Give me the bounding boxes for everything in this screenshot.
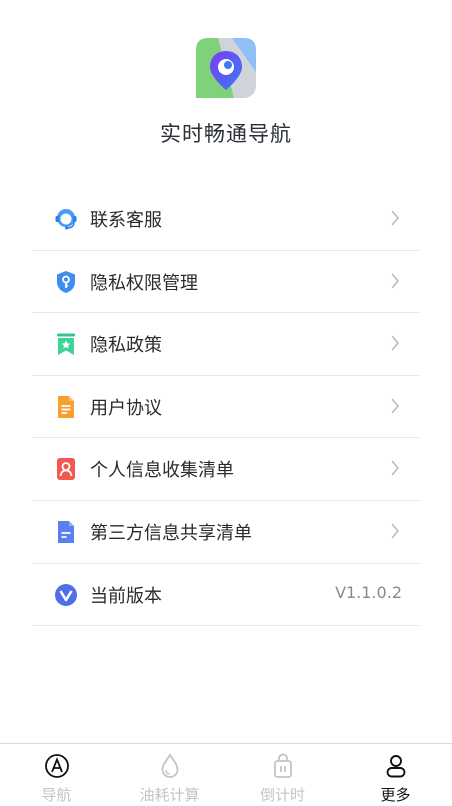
chevron-right-icon [391,210,399,226]
chevron-right-icon [391,335,399,351]
menu-item-label: 用户协议 [90,397,162,419]
menu-item-privacy-permissions[interactable]: 隐私权限管理 [32,251,420,314]
chevron-right-icon [391,523,399,539]
menu-item-label: 第三方信息共享清单 [90,522,252,544]
menu-item-label: 个人信息收集清单 [90,460,234,482]
menu-item-contact-support[interactable]: 联系客服 [32,188,420,251]
menu-item-label: 隐私政策 [90,335,162,357]
bottom-tab-bar: 导航 油耗计算 倒计时 更多 [0,743,452,805]
bookmark-star-icon [57,333,75,356]
file-share-icon [58,520,74,543]
map-pin-logo-icon [196,38,256,98]
drop-icon [161,753,179,778]
shield-key-icon [57,270,75,293]
tab-navigation[interactable]: 导航 [0,744,113,806]
tab-label: 油耗计算 [139,786,200,804]
app-name: 实时畅通导航 [160,122,292,146]
navigation-icon [45,754,69,778]
tab-more[interactable]: 更多 [339,744,452,806]
menu-item-current-version: 当前版本 V1.1.0.2 [32,564,420,627]
timer-icon [274,753,292,778]
tab-label: 更多 [380,786,411,804]
version-v-icon [55,583,77,606]
person-card-icon [57,458,75,481]
document-icon [58,395,74,418]
tab-countdown[interactable]: 倒计时 [226,744,339,806]
tab-label: 倒计时 [259,786,305,804]
tab-label: 导航 [41,786,72,804]
version-number: V1.1.0.2 [335,582,402,602]
header: 实时畅通导航 [0,0,452,180]
menu-item-third-party-sharing[interactable]: 第三方信息共享清单 [32,501,420,564]
tab-fuel-calc[interactable]: 油耗计算 [113,744,226,806]
menu-item-label: 联系客服 [90,210,162,231]
chevron-right-icon [391,273,399,289]
menu-item-label: 隐私权限管理 [90,272,198,294]
customer-service-icon [55,209,77,230]
chevron-right-icon [391,460,399,476]
menu-item-privacy-policy[interactable]: 隐私政策 [32,313,420,376]
menu-item-personal-info-list[interactable]: 个人信息收集清单 [32,438,420,501]
menu-item-user-agreement[interactable]: 用户协议 [32,376,420,439]
menu-item-label: 当前版本 [90,585,162,607]
settings-menu: 联系客服 隐私权限管理 隐私政策 用户协议 个人信息收集清单 第三方信息共享清单… [32,188,420,627]
chevron-right-icon [391,398,399,414]
profile-icon [386,755,406,778]
